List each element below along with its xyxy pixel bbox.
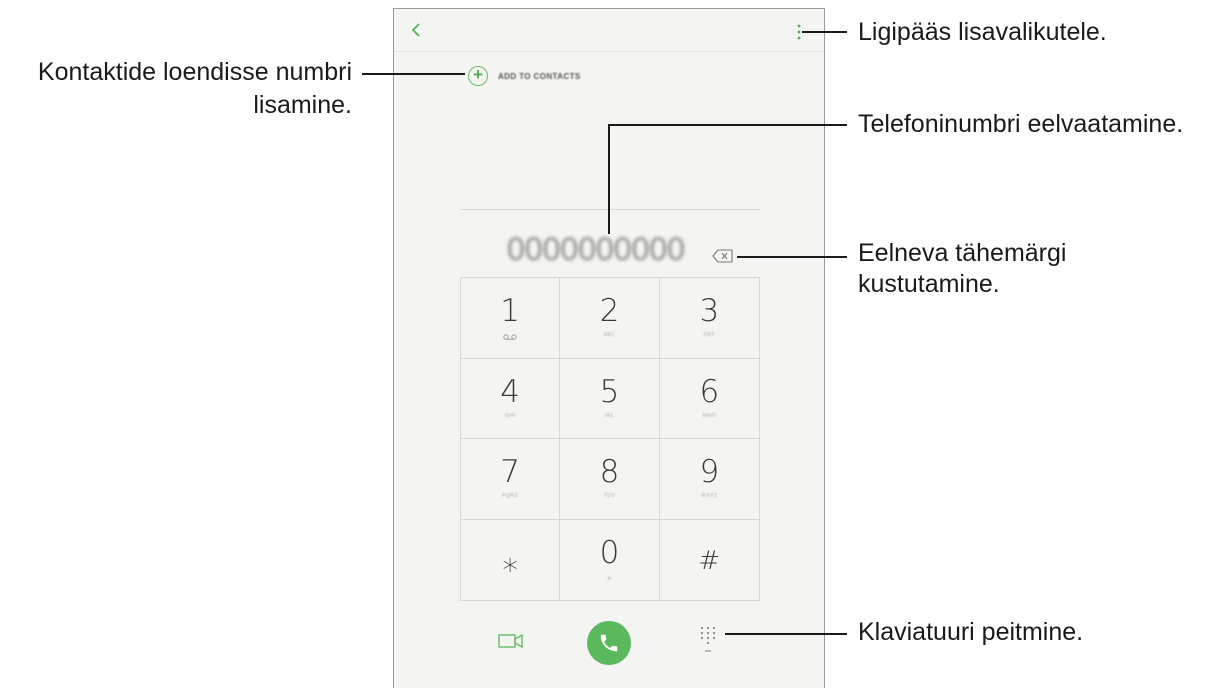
callout-delete-line2: kustutamine. — [858, 270, 1000, 298]
dialer-screen: + ADD TO CONTACTS 0000000000 1 2 ABC 3 D… — [393, 8, 825, 688]
divider — [460, 209, 760, 210]
key-digit: # — [698, 545, 721, 576]
callout-line-preview-v — [608, 124, 610, 234]
back-arrow-icon[interactable] — [406, 19, 426, 41]
callout-line-hide-keypad — [725, 633, 847, 635]
key-hash[interactable]: # — [660, 520, 759, 601]
key-1[interactable]: 1 — [461, 278, 561, 359]
phone-icon — [600, 634, 618, 652]
key-letters: WXYZ — [701, 493, 718, 499]
callout-add-contact-line2: lisamine. — [253, 91, 352, 119]
key-digit: 2 — [599, 293, 620, 329]
add-to-contacts-button[interactable]: + ADD TO CONTACTS — [468, 65, 581, 87]
key-digit: 6 — [699, 373, 720, 410]
key-digit: 1 — [500, 293, 521, 329]
key-digit: 7 — [500, 454, 521, 490]
key-letters: ABC — [603, 332, 616, 338]
backspace-icon[interactable] — [712, 249, 734, 263]
key-5[interactable]: 5 JKL — [560, 358, 660, 439]
key-2[interactable]: 2 ABC — [560, 278, 660, 359]
add-to-contacts-label: ADD TO CONTACTS — [498, 71, 581, 81]
key-9[interactable]: 9 WXYZ — [659, 439, 759, 520]
key-digit: 4 — [500, 373, 521, 410]
key-digit: 3 — [699, 293, 720, 329]
key-digit: ⁎ — [502, 542, 518, 579]
keypad: 1 2 ABC 3 DEF 4 GHI 5 JKL 6 MNO 7 PQRS 8… — [460, 277, 760, 601]
callout-line-add-contact — [362, 73, 465, 75]
plus-icon: + — [468, 66, 488, 86]
callout-line-preview-h — [608, 124, 847, 126]
callout-hide-keypad: Klaviatuuri peitmine. — [858, 618, 1084, 646]
number-preview: 0000000000 — [507, 231, 685, 267]
top-bar — [394, 9, 824, 51]
key-7[interactable]: 7 PQRS — [461, 439, 561, 520]
call-button[interactable] — [587, 621, 631, 665]
callout-add-contact-line1: Kontaktide loendisse numbri — [37, 58, 352, 86]
key-letters: GHI — [504, 412, 516, 419]
key-letters: JKL — [604, 412, 615, 419]
key-letters: DEF — [703, 332, 716, 338]
hide-keypad-icon[interactable] — [699, 625, 717, 655]
callout-line-delete — [737, 256, 847, 258]
video-call-icon[interactable] — [498, 632, 524, 650]
voicemail-icon — [503, 334, 517, 340]
key-8[interactable]: 8 TUV — [560, 439, 660, 520]
key-0[interactable]: 0 + — [560, 519, 660, 600]
divider — [394, 51, 824, 52]
key-letters: PQRS — [502, 493, 519, 499]
key-digit: 8 — [599, 454, 620, 490]
key-3[interactable]: 3 DEF — [659, 278, 759, 359]
key-letters: TUV — [603, 493, 616, 499]
key-digit: 0 — [599, 534, 620, 571]
key-6[interactable]: 6 MNO — [659, 359, 759, 439]
key-letters: MNO — [702, 412, 716, 419]
key-digit: 9 — [699, 454, 720, 490]
callout-delete-line1: Eelneva tähemärgi — [858, 239, 1067, 267]
callout-line-more-options — [802, 31, 847, 33]
key-4[interactable]: 4 GHI — [461, 358, 561, 439]
callout-more-options: Ligipääs lisavalikutele. — [858, 18, 1107, 46]
key-digit: 5 — [599, 373, 620, 410]
key-letters: + — [606, 573, 613, 583]
key-star[interactable]: ⁎ — [461, 519, 561, 600]
callout-preview-number: Telefoninumbri eelvaatamine. — [858, 110, 1184, 138]
